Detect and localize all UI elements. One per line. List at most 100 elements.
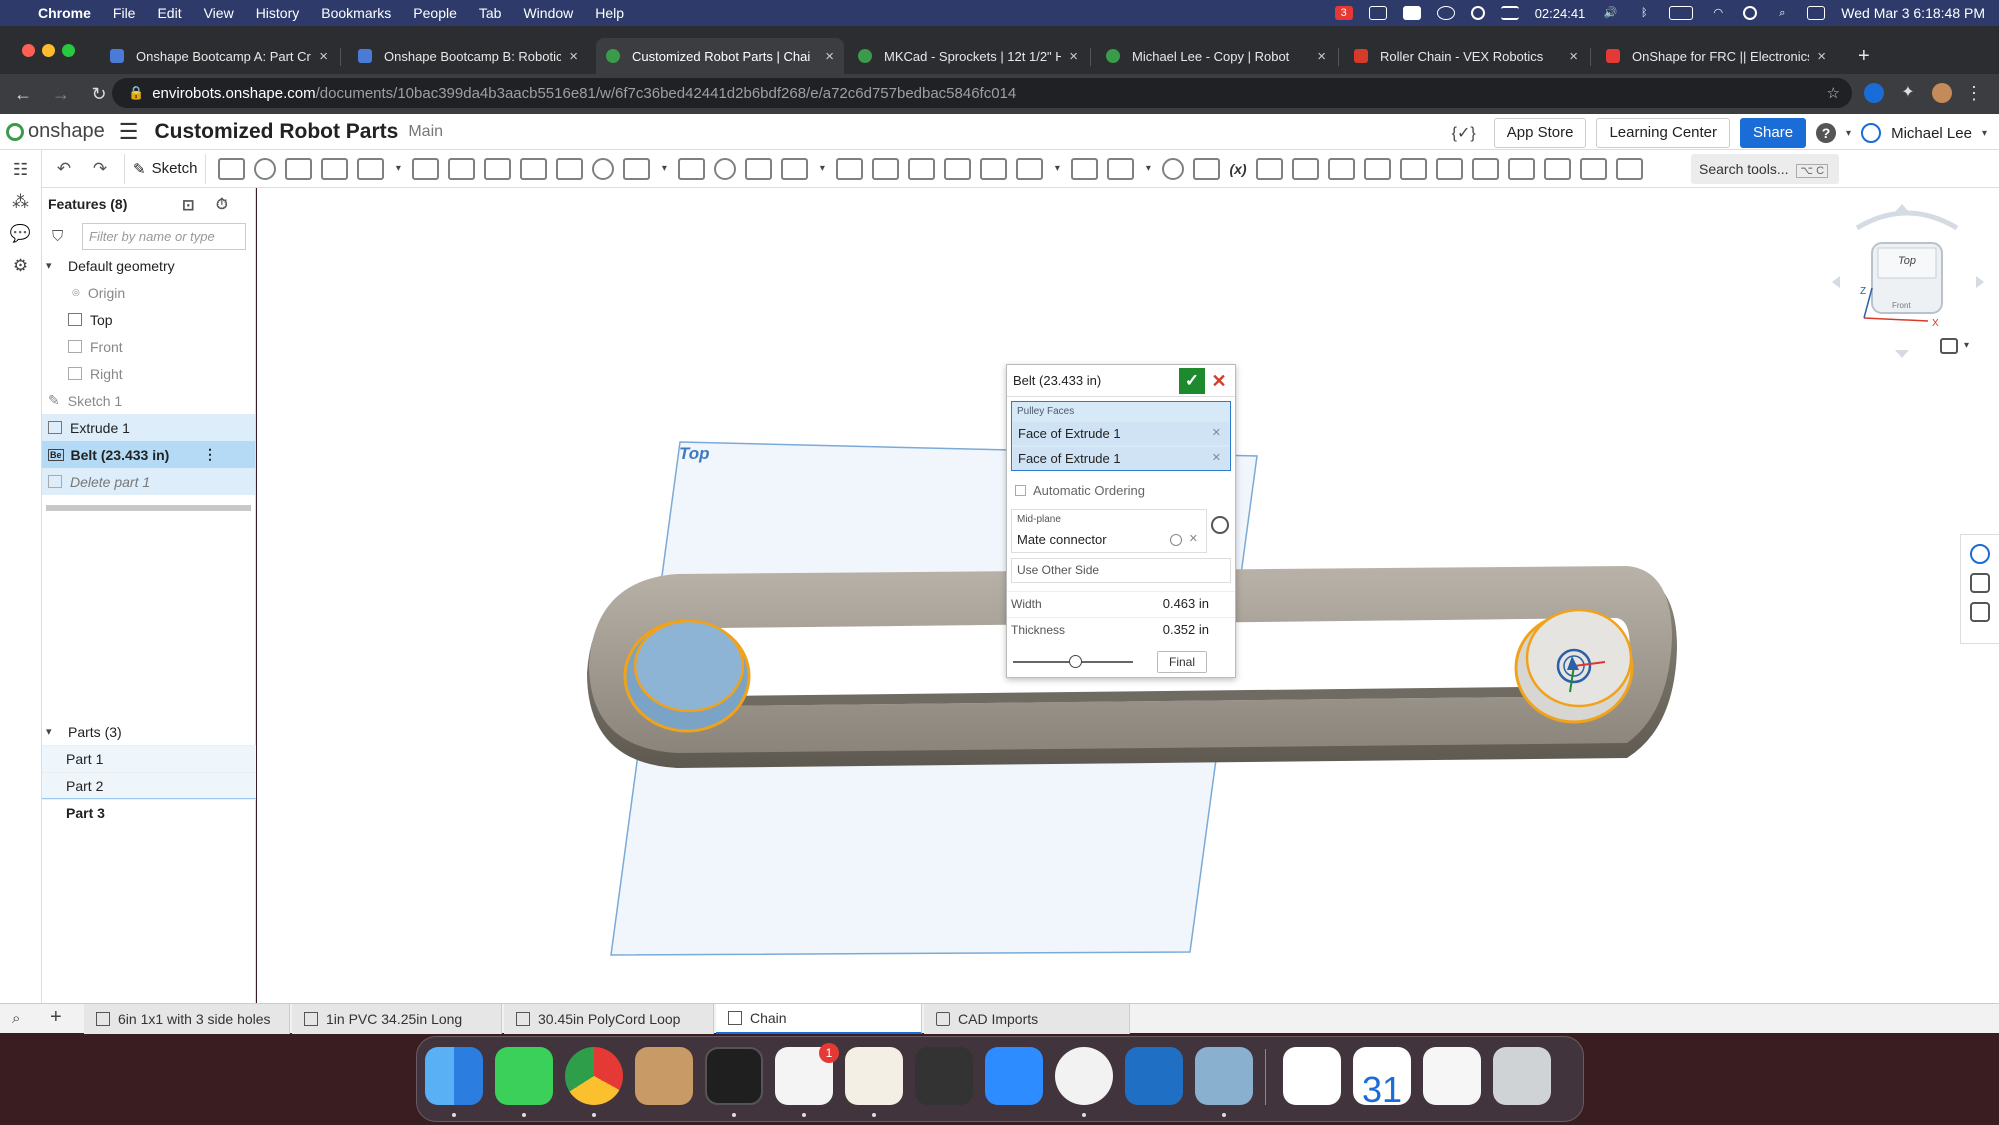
- tab-manager-icon[interactable]: ⌕: [12, 1010, 20, 1027]
- finder-icon[interactable]: [425, 1047, 483, 1105]
- rollback-timer-icon[interactable]: ⏱: [216, 196, 234, 214]
- learning-center-button[interactable]: Learning Center: [1596, 118, 1731, 148]
- share-button[interactable]: Share: [1740, 118, 1807, 148]
- textedit-icon[interactable]: [845, 1047, 903, 1105]
- orbit-ring[interactable]: [1855, 210, 1959, 231]
- drive-icon[interactable]: [1402, 6, 1421, 20]
- custom-feature-icon[interactable]: [1327, 157, 1355, 180]
- tree-item-right-plane[interactable]: Right: [42, 360, 255, 387]
- custom-feature-icon[interactable]: [1471, 157, 1499, 180]
- chevron-down-icon[interactable]: ▾: [1846, 128, 1851, 139]
- helix-icon[interactable]: [1107, 157, 1135, 180]
- parts-header[interactable]: ▾ Parts (3): [42, 718, 256, 745]
- dropbox-icon[interactable]: [1368, 6, 1387, 20]
- window-zoom-button[interactable]: [62, 44, 75, 57]
- menu-history[interactable]: History: [256, 5, 300, 21]
- back-icon[interactable]: ←: [8, 79, 38, 109]
- terminal-icon[interactable]: [705, 1047, 763, 1105]
- rotate-down-icon[interactable]: [1895, 350, 1909, 358]
- tree-item-delete-part[interactable]: Delete part 1: [42, 468, 255, 495]
- document-title[interactable]: Customized Robot Parts: [154, 120, 398, 144]
- width-input[interactable]: 0.463 in: [1163, 596, 1209, 611]
- cube-top-label[interactable]: Top: [1898, 255, 1916, 267]
- sketch-button[interactable]: ✎ Sketch: [124, 153, 207, 184]
- pulley-face-item[interactable]: Face of Extrude 1 ✕: [1013, 422, 1229, 445]
- bookmark-star-icon[interactable]: ☆: [1827, 84, 1840, 102]
- document-tab-active[interactable]: Chain: [716, 1004, 922, 1034]
- messages-icon[interactable]: [495, 1047, 553, 1105]
- comments-icon[interactable]: 💬: [10, 224, 32, 246]
- tab-close-icon[interactable]: ×: [569, 48, 578, 65]
- profile-avatar[interactable]: [1932, 83, 1952, 103]
- trash-icon[interactable]: [1493, 1047, 1551, 1105]
- pulley-faces-field[interactable]: Pulley Faces Face of Extrude 1 ✕ Face of…: [1011, 401, 1231, 471]
- tab-close-icon[interactable]: ×: [1069, 48, 1078, 65]
- browser-tab-active[interactable]: Customized Robot Parts | Chai ×: [596, 38, 844, 74]
- extrude-icon[interactable]: [218, 157, 246, 180]
- instances-icon[interactable]: ⁂: [10, 192, 32, 214]
- preview-slider-handle[interactable]: [1069, 655, 1083, 668]
- tree-item-origin[interactable]: ◎ Origin: [42, 279, 255, 306]
- timer-readout[interactable]: 02:24:41: [1535, 6, 1586, 21]
- replace-face-icon[interactable]: [980, 157, 1008, 180]
- add-folder-icon[interactable]: ⊡: [182, 196, 200, 214]
- browser-tab[interactable]: OnShape for FRC || Electronics ×: [1596, 38, 1836, 74]
- delete-face-icon[interactable]: [908, 157, 936, 180]
- insert-tab-plus-icon[interactable]: +: [50, 1006, 62, 1029]
- 1password-extension-icon[interactable]: [1864, 83, 1884, 103]
- calendar-status-icon[interactable]: 3: [1334, 6, 1353, 20]
- rotate-right-icon[interactable]: [1976, 276, 1984, 288]
- new-tab-button[interactable]: +: [1848, 38, 1878, 74]
- app-store-button[interactable]: App Store: [1493, 118, 1587, 148]
- configurations-icon[interactable]: [1970, 602, 1990, 622]
- variable-icon[interactable]: (x): [1229, 161, 1246, 177]
- browser-tab[interactable]: Michael Lee - Copy | Robot ×: [1096, 38, 1336, 74]
- chrome-icon[interactable]: [565, 1047, 623, 1105]
- modify-fillet-icon[interactable]: [872, 157, 900, 180]
- onshape-logo[interactable]: onshape: [6, 120, 105, 143]
- redo-icon[interactable]: ↷: [86, 159, 114, 179]
- tree-item-front-plane[interactable]: Front: [42, 333, 255, 360]
- chevron-down-icon[interactable]: ▾: [46, 725, 60, 738]
- menu-help[interactable]: Help: [595, 5, 624, 21]
- split-icon[interactable]: [745, 157, 773, 180]
- automatic-ordering-checkbox[interactable]: [1015, 485, 1026, 496]
- use-other-side-button[interactable]: Use Other Side: [1011, 558, 1231, 583]
- mass-properties-icon[interactable]: [1970, 573, 1990, 593]
- sheet-metal-icon[interactable]: [1162, 157, 1185, 180]
- move-face-icon[interactable]: [944, 157, 972, 180]
- linear-pattern-icon[interactable]: [623, 157, 651, 180]
- menu-people[interactable]: People: [413, 5, 457, 21]
- preview-icon[interactable]: [1195, 1047, 1253, 1105]
- mate-connector-icon[interactable]: [1071, 157, 1099, 180]
- appearance-icon[interactable]: ⚙: [10, 256, 32, 278]
- calculator-icon[interactable]: [915, 1047, 973, 1105]
- forward-icon[interactable]: →: [46, 79, 76, 109]
- draft-icon[interactable]: [484, 157, 512, 180]
- document-tab[interactable]: 1in PVC 34.25in Long: [292, 1004, 502, 1034]
- document-tab[interactable]: CAD Imports: [924, 1004, 1130, 1034]
- menu-app-name[interactable]: Chrome: [38, 5, 91, 21]
- left-pulley-top[interactable]: [633, 619, 745, 713]
- remove-face-icon[interactable]: ✕: [1212, 447, 1221, 470]
- loft-icon[interactable]: [321, 157, 349, 180]
- hole-icon[interactable]: [592, 157, 615, 180]
- spotlight-icon[interactable]: ⌕: [1773, 6, 1791, 20]
- midplane-field[interactable]: Mid-plane Mate connector ✕: [1011, 509, 1207, 553]
- custom-feature-icon[interactable]: [1399, 157, 1427, 180]
- rollback-handle-icon[interactable]: ⋮: [203, 446, 217, 463]
- cancel-button[interactable]: ✕: [1209, 368, 1229, 394]
- reload-icon[interactable]: ↻: [84, 79, 114, 109]
- frame-icon[interactable]: [1193, 157, 1221, 180]
- remove-face-icon[interactable]: ✕: [1212, 422, 1221, 445]
- tree-item-top-plane[interactable]: Top: [42, 306, 255, 333]
- vscode-icon[interactable]: [1125, 1047, 1183, 1105]
- tab-close-icon[interactable]: ×: [319, 48, 328, 65]
- battery-icon[interactable]: [1669, 6, 1694, 20]
- feature-list-icon[interactable]: ☷: [10, 160, 32, 182]
- tree-item-belt[interactable]: Be Belt (23.433 in) ⋮: [42, 441, 255, 468]
- thicken-icon[interactable]: [357, 157, 385, 180]
- control-center-icon[interactable]: [1807, 6, 1826, 20]
- belt-feature-icon[interactable]: [1579, 157, 1607, 180]
- contacts-icon[interactable]: [635, 1047, 693, 1105]
